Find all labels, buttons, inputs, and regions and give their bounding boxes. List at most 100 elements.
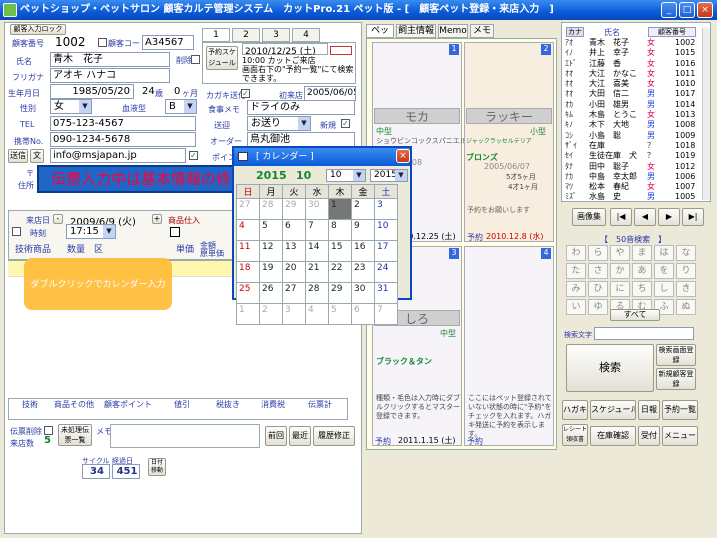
customer-id-check[interactable] xyxy=(98,38,107,47)
list-item[interactable]: ｵｶ 小田 雄男 男 1014 xyxy=(563,100,701,110)
kana-key[interactable]: ち xyxy=(632,281,652,297)
email-check[interactable]: ✓ xyxy=(189,151,198,160)
calendar-day[interactable]: 30 xyxy=(305,198,329,220)
calendar-day[interactable]: 31 xyxy=(374,282,398,304)
calendar-day[interactable]: 19 xyxy=(259,261,283,283)
kana-key[interactable]: か xyxy=(610,263,630,279)
schedule-tab-4[interactable]: 4 xyxy=(292,28,320,42)
calendar-day[interactable]: 5 xyxy=(328,303,352,325)
kana-key[interactable]: ら xyxy=(588,245,608,261)
kana-key[interactable]: り xyxy=(676,263,696,279)
delete-checkbox[interactable] xyxy=(191,55,200,64)
daily-report-button[interactable]: 日報 xyxy=(638,400,660,420)
pet-3-reserve-date[interactable]: 2011.1.15 (土) xyxy=(398,435,456,446)
visit-date-prev[interactable]: - xyxy=(53,214,63,224)
new-checkbox[interactable]: ✓ xyxy=(341,119,350,128)
calendar-day[interactable]: 24 xyxy=(374,261,398,283)
birth-field[interactable]: 1985/05/20 xyxy=(50,84,134,99)
calendar-grid[interactable]: 日月火水木金土 27 28 29 30 1 2 3 4 5 6 7 8 9 10 11 12 13 14 15 16 17… xyxy=(236,184,398,325)
calendar-day[interactable]: 3 xyxy=(282,303,306,325)
date-jump-button[interactable]: 日付移動 xyxy=(148,458,166,476)
visit-time-check[interactable] xyxy=(12,227,21,236)
calendar-day[interactable]: 23 xyxy=(351,261,375,283)
calendar-day[interactable]: 16 xyxy=(351,240,375,262)
calendar-dialog[interactable]: [ カレンダー ] × 2015 10 10 ▼ 2015 ▼ 日月火水木金土 27 2… xyxy=(232,146,412,325)
calendar-day[interactable]: 7 xyxy=(305,219,329,241)
memo-field[interactable] xyxy=(110,424,260,448)
calendar-day[interactable]: 2 xyxy=(259,303,283,325)
calendar-day[interactable]: 28 xyxy=(259,198,283,220)
list-item[interactable]: ｷﾉ 木下 大地 男 1008 xyxy=(563,120,701,130)
list-scrollbar[interactable] xyxy=(702,28,710,200)
list-item[interactable]: ｵｵ 大江 かなこ女 1011 xyxy=(563,69,701,79)
kana-key[interactable]: み xyxy=(566,281,586,297)
schedule-date[interactable]: 2010/12/25 (土) xyxy=(242,43,328,57)
list-item[interactable]: ｻﾞｲ 在庫 ？ 1018 xyxy=(563,141,701,151)
image-gallery-button[interactable]: 画像集 xyxy=(572,208,606,226)
kana-key[interactable]: わ xyxy=(566,245,586,261)
kana-key[interactable]: ま xyxy=(632,245,652,261)
list-item[interactable]: ﾐｽﾞ 水島 史 男 1005 xyxy=(563,192,701,202)
calendar-close-icon[interactable]: × xyxy=(396,149,410,163)
accept-button[interactable]: 受付 xyxy=(638,426,660,446)
calendar-day[interactable]: 4 xyxy=(305,303,329,325)
close-button[interactable]: × xyxy=(697,2,713,18)
calendar-day[interactable]: 26 xyxy=(259,282,283,304)
register-search-screen-button[interactable]: 検索画面登録 xyxy=(656,344,696,366)
calendar-day[interactable]: 8 xyxy=(328,219,352,241)
new-customer-button[interactable]: 新規顧客登録 xyxy=(656,368,696,390)
mail-text-button[interactable]: 文 xyxy=(30,149,44,163)
calendar-month-select[interactable]: 10 ▼ xyxy=(326,169,366,182)
list-item[interactable]: ﾀﾅ 田中 聡子 女 1012 xyxy=(563,162,701,172)
next-record-button[interactable]: ▶ xyxy=(658,208,680,226)
first-visit-field[interactable]: 2005/06/05 xyxy=(304,86,356,101)
kana-key[interactable]: き xyxy=(676,281,696,297)
kana-key[interactable]: い xyxy=(566,299,586,315)
kana-key[interactable]: た xyxy=(566,263,586,279)
unprocessed-slips-button[interactable]: 未処理伝票一覧 xyxy=(58,424,92,446)
list-item[interactable]: ｾｲ 生徒在庫 犬 ？ 1019 xyxy=(563,151,701,161)
order-field[interactable]: 烏丸御池 xyxy=(247,132,355,147)
calendar-day[interactable]: 7 xyxy=(374,303,398,325)
calendar-day[interactable]: 27 xyxy=(282,282,306,304)
stock-check-button[interactable]: 在庫確認 xyxy=(590,426,636,446)
list-col-kana[interactable]: カナ xyxy=(566,27,584,37)
maximize-button[interactable]: □ xyxy=(679,2,695,18)
kana-key[interactable]: な xyxy=(676,245,696,261)
tab-memo-2[interactable]: メモ xyxy=(470,24,494,38)
history-edit-button[interactable]: 履歴修正 xyxy=(313,426,355,446)
tab-pet[interactable]: ペット xyxy=(366,24,394,48)
calendar-day[interactable]: 6 xyxy=(282,219,306,241)
calendar-day[interactable]: 30 xyxy=(351,282,375,304)
list-col-number[interactable]: 顧客番号 xyxy=(648,27,696,37)
reservation-list-button[interactable]: 予約一覧 xyxy=(662,400,698,420)
schedule-tab-3[interactable]: 3 xyxy=(262,28,290,42)
calendar-day[interactable]: 12 xyxy=(259,240,283,262)
schedule-tab-2[interactable]: 2 xyxy=(232,28,260,42)
tab-memo[interactable]: Memo xyxy=(438,24,468,38)
kana-key[interactable]: ゆ xyxy=(588,299,608,315)
calendar-day[interactable]: 27 xyxy=(236,198,260,220)
list-item[interactable]: ｲﾉ 井上 幸子 女 1015 xyxy=(563,48,701,58)
last-record-button[interactable]: ▶| xyxy=(682,208,704,226)
tab-owner-info[interactable]: 飼主情報 xyxy=(396,24,436,38)
slip-delete-checkbox[interactable] xyxy=(44,426,53,435)
calendar-day[interactable]: 20 xyxy=(282,261,306,283)
kana-all-button[interactable]: すべて xyxy=(610,309,660,321)
list-item[interactable]: ﾅｶ 中島 幸太郎男 1006 xyxy=(563,172,701,182)
calendar-day[interactable]: 28 xyxy=(305,282,329,304)
visit-date-next[interactable]: + xyxy=(152,214,162,224)
search-text-input[interactable] xyxy=(594,327,694,340)
list-item[interactable]: ｴﾄﾞ 江藤 香 女 1016 xyxy=(563,59,701,69)
search-button[interactable]: 検索 xyxy=(566,344,654,392)
product-icon[interactable] xyxy=(170,227,180,237)
list-item[interactable]: ﾏﾂ 松本 春紀 女 1007 xyxy=(563,182,701,192)
pet-2-name[interactable]: ラッキー xyxy=(466,108,552,124)
calendar-day[interactable]: 15 xyxy=(328,240,352,262)
calendar-year-select[interactable]: 2015 ▼ xyxy=(370,169,408,182)
kana-search-grid[interactable]: わらやまはなたさかあをりみひにちしきいゆるむふぬ xyxy=(566,245,696,315)
calendar-day[interactable]: 29 xyxy=(282,198,306,220)
list-item[interactable]: ｵｵ 大江 喜美 女 1010 xyxy=(563,79,701,89)
sex-select[interactable]: 女 ▼ xyxy=(50,99,92,114)
receipt-button[interactable]: レシート領収書 xyxy=(562,424,588,446)
